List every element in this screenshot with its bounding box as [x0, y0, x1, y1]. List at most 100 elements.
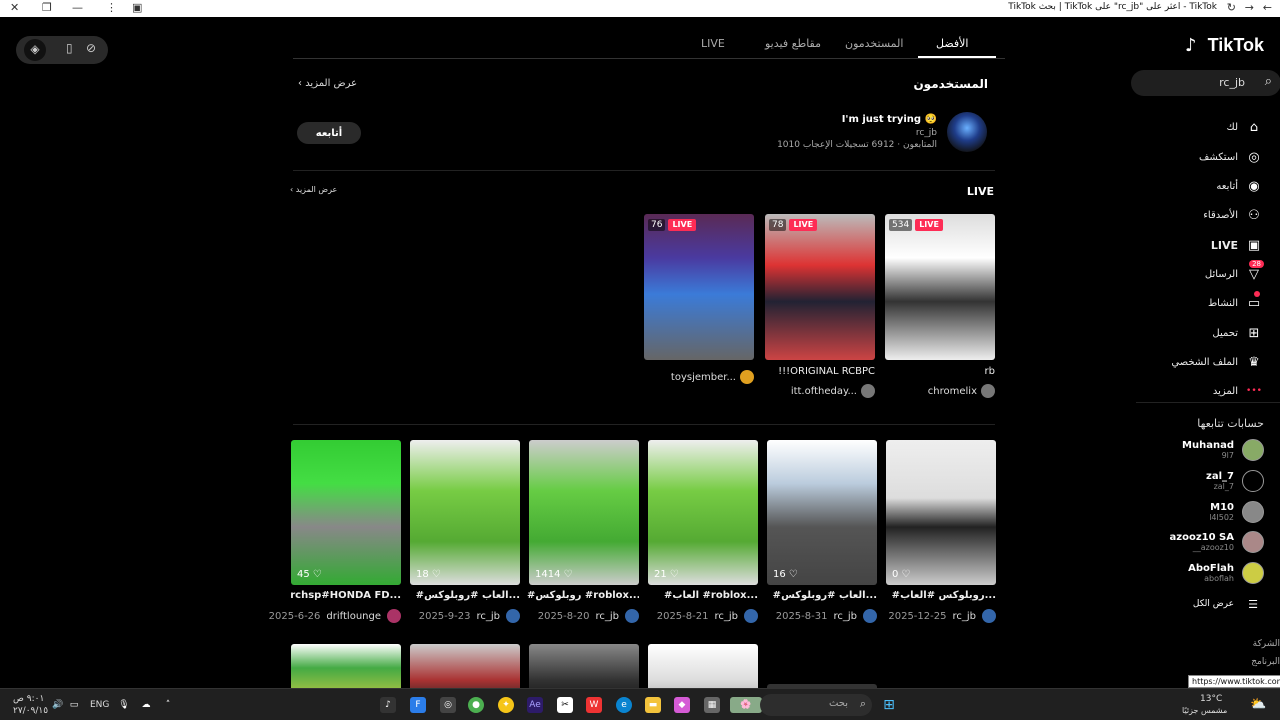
sidebar-item-5[interactable]: ▽ 28 الرسائل	[1205, 259, 1264, 285]
weather-icon[interactable]: ⛅	[1250, 697, 1266, 713]
edge-icon[interactable]: e	[616, 697, 632, 713]
video-date: 2025-6-26	[268, 610, 321, 622]
following-account[interactable]: Muhanad 9l7	[1182, 437, 1264, 463]
video-caption[interactable]: #العاب #روبلوكس...	[765, 590, 877, 601]
users-see-more[interactable]: ‹ عرض المزيد	[298, 78, 357, 89]
video-thumbnail[interactable]: 45 ♡	[291, 440, 401, 585]
shield-icon[interactable]: ◈	[24, 39, 46, 61]
tab-top[interactable]: الأفضل	[936, 37, 968, 50]
sidebar-item-9[interactable]: ••• المزيد	[1213, 380, 1264, 402]
following-account[interactable]: azooz10 SA __azooz10	[1170, 529, 1264, 555]
following-account[interactable]: AboFlah aboflah	[1188, 560, 1264, 586]
tab-users[interactable]: المستخدمون	[845, 37, 903, 50]
avatar[interactable]	[947, 112, 987, 152]
sidebar-item-8[interactable]: ♛ الملف الشخصي	[1171, 351, 1264, 373]
sidebar-item-3[interactable]: ⚇ الأصدقاء	[1203, 204, 1264, 226]
follow-button[interactable]: أتابعه	[297, 122, 361, 144]
app-icon[interactable]: W	[586, 697, 602, 713]
network-icon[interactable]: ▭	[66, 697, 82, 713]
back-icon[interactable]: ←	[1263, 1, 1272, 14]
folder-icon[interactable]: ▬	[645, 697, 661, 713]
speaker-icon[interactable]: 🔊	[50, 697, 66, 713]
live-host[interactable]: toysjember...	[644, 370, 754, 384]
video-author[interactable]: rc_jb	[714, 611, 738, 622]
microphone-icon[interactable]: 🎙	[116, 697, 132, 713]
footer-program[interactable]: البرنامج	[1251, 657, 1280, 667]
taskbar-search-placeholder: بحث	[828, 698, 848, 709]
language-indicator[interactable]: ENG	[90, 700, 109, 710]
extension-icon[interactable]: ▣	[132, 1, 142, 14]
video-thumbnail[interactable]: 21 ♡	[648, 440, 758, 585]
see-all-button[interactable]: ☰ عرض الكل	[1193, 591, 1264, 617]
app-icon[interactable]: 🌸	[730, 697, 762, 713]
live-card-1[interactable]: 534 LIVE	[885, 214, 995, 360]
sidebar-item-4[interactable]: ▣ LIVE	[1211, 234, 1264, 256]
capcut-icon[interactable]: ✂	[557, 697, 573, 713]
live-host[interactable]: chromelix	[885, 384, 995, 398]
sidebar-item-6[interactable]: ▭ النشاط	[1208, 290, 1264, 314]
video-thumbnail[interactable]: 16 ♡	[767, 440, 877, 585]
copilot-icon[interactable]: ◆	[674, 697, 690, 713]
video-caption[interactable]: #العاب #روبلوكس...	[408, 590, 520, 601]
chrome-icon[interactable]: ●	[468, 697, 484, 713]
search-icon[interactable]: ⌕	[1265, 74, 1272, 89]
live-card-2[interactable]: 78 LIVE	[765, 214, 875, 360]
live-see-more[interactable]: ‹ عرض المزيد	[290, 185, 337, 194]
tiktok-logo[interactable]: TikTok	[1208, 35, 1264, 56]
sidebar-item-1[interactable]: ◎ استكشف	[1199, 146, 1264, 168]
app-icon[interactable]: ◎	[440, 697, 456, 713]
sidebar-item-7[interactable]: ⊞ تحميل	[1212, 322, 1264, 344]
video-author[interactable]: rc_jb	[595, 611, 619, 622]
tiktok-app-icon[interactable]: ♪	[380, 697, 396, 713]
app-icon[interactable]: ▦	[704, 697, 720, 713]
live-caption[interactable]: !!!ORIGINAL RCBPC	[765, 366, 875, 377]
sidebar-item-2[interactable]: ◉ أتابعه	[1216, 175, 1264, 197]
tab-live[interactable]: LIVE	[701, 37, 725, 50]
live-card-3[interactable]: 76 LIVE	[644, 214, 754, 360]
restore-icon[interactable]: ❐	[42, 1, 52, 14]
video-author[interactable]: rc_jb	[476, 611, 500, 622]
video-caption[interactable]: #العاب #roblox...	[646, 590, 758, 601]
taskbar-search-input[interactable]: بحث ⌕	[760, 694, 872, 716]
app-icon[interactable]: ✦	[498, 697, 514, 713]
video-thumbnail[interactable]	[410, 644, 520, 688]
tab-videos[interactable]: مقاطع فيديو	[765, 37, 821, 50]
video-thumbnail[interactable]	[291, 644, 401, 688]
video-author[interactable]: rc_jb	[952, 611, 976, 622]
live-caption[interactable]: rb	[885, 366, 995, 377]
sidebar-item-0[interactable]: ⌂ لك	[1227, 116, 1264, 138]
weather-desc[interactable]: مشمس جزئيًا	[1182, 706, 1227, 715]
following-account[interactable]: M10 l4l502	[1209, 499, 1264, 525]
phone-icon[interactable]: ▯	[66, 41, 73, 55]
user-result[interactable]: I'm just trying 🥺 rc_jb 1010 المتابعون ·…	[293, 112, 993, 160]
video-thumbnail[interactable]: 0 ♡	[886, 440, 996, 585]
minimize-icon[interactable]: —	[72, 1, 83, 14]
menu-icon[interactable]: ⋮	[106, 1, 117, 14]
video-thumbnail[interactable]	[529, 644, 639, 688]
clock-time[interactable]: ٩:٠١ ص	[13, 694, 44, 704]
weather-temp[interactable]: 13°C	[1200, 694, 1222, 704]
video-author[interactable]: rc_jb	[833, 611, 857, 622]
chevron-up-icon[interactable]: ˄	[160, 697, 176, 713]
live-host[interactable]: itt.oftheday...	[765, 384, 875, 398]
clock-date[interactable]: ٢٧/٠٩/١٥	[13, 706, 48, 716]
video-thumbnail[interactable]	[648, 644, 758, 688]
video-caption[interactable]: #روبلوكس #roblox...	[527, 590, 639, 601]
video-thumbnail[interactable]: 18 ♡	[410, 440, 520, 585]
following-account[interactable]: zal_7 zal_7	[1206, 468, 1264, 494]
forward-icon[interactable]: →	[1245, 1, 1254, 14]
compass-small-icon[interactable]: ⊘	[86, 41, 96, 55]
footer-company[interactable]: الشركة	[1253, 639, 1280, 649]
video-author[interactable]: driftlounge	[326, 611, 381, 622]
reload-icon[interactable]: ↻	[1227, 1, 1236, 14]
video-date: 2025-8-20	[537, 610, 590, 622]
windows-start-icon[interactable]: ⊞	[881, 697, 897, 713]
video-thumbnail[interactable]: 1414 ♡	[529, 440, 639, 585]
video-caption[interactable]: #روبلوكس #العاب...	[884, 590, 996, 601]
after-effects-icon[interactable]: Ae	[527, 697, 543, 713]
cloud-icon[interactable]: ☁	[138, 697, 154, 713]
files-app-icon[interactable]: F	[410, 697, 426, 713]
search-input[interactable]: rc_jb ⌕	[1131, 70, 1280, 96]
video-caption[interactable]: rchsp#HONDA FD...	[289, 590, 401, 601]
close-icon[interactable]: ✕	[10, 1, 19, 14]
